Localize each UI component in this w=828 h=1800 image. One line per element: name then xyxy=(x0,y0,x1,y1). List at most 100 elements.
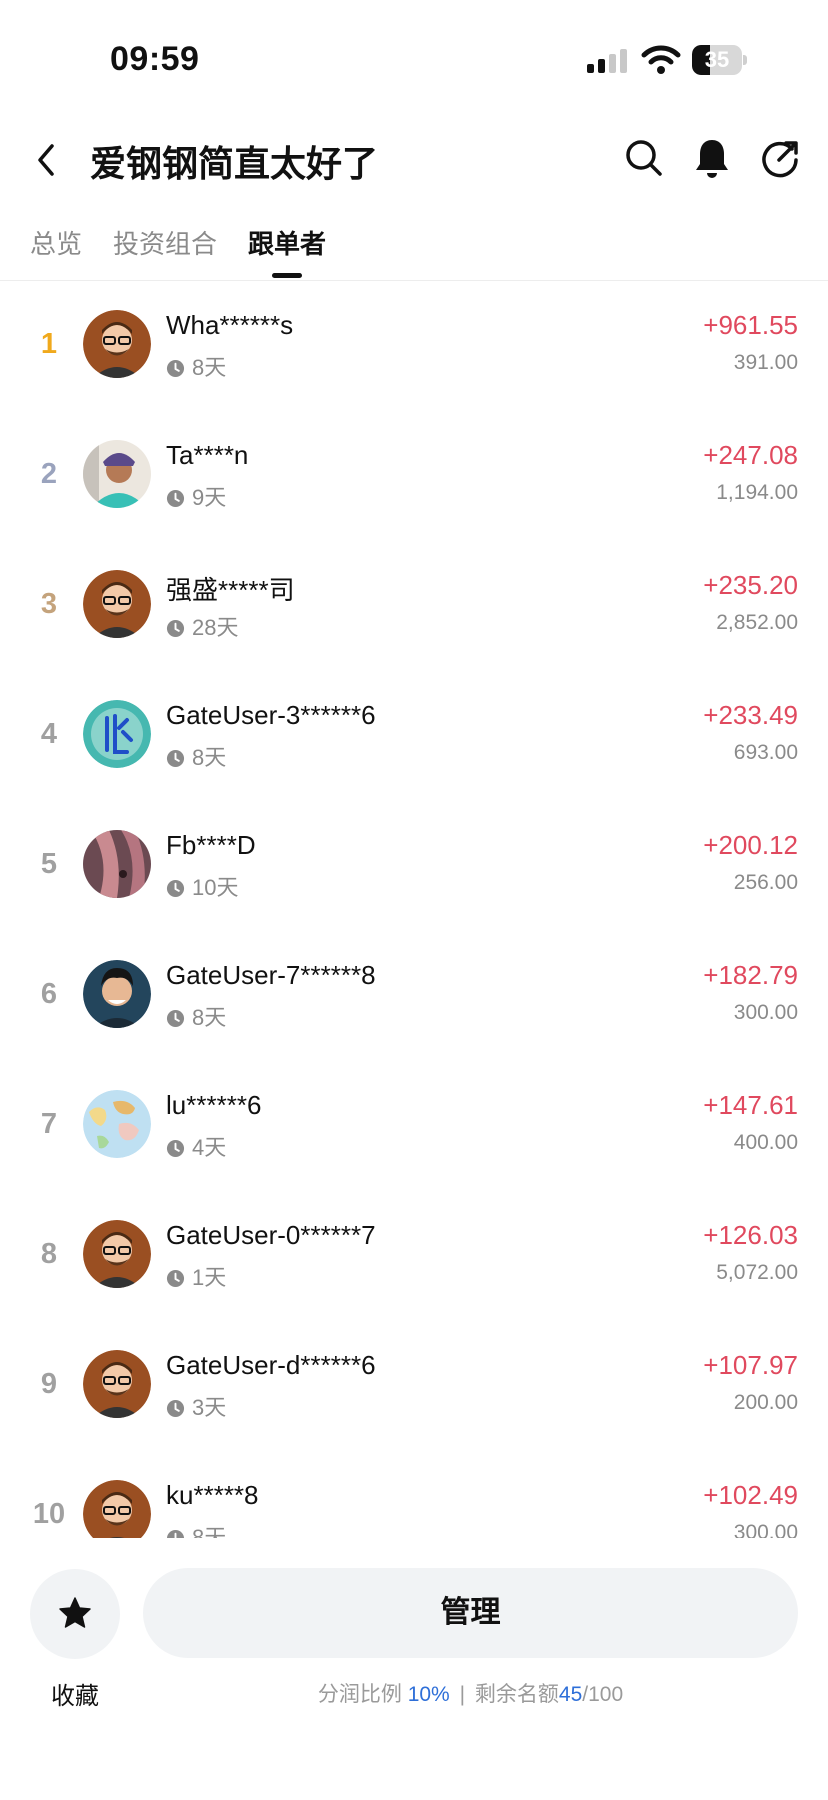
bottom-action-bar: 收藏 管理 分润比例 10% | 剩余名额45/100 xyxy=(0,1538,828,1800)
tab-followers[interactable]: 跟单者 xyxy=(248,224,326,261)
follower-amount: 400.00 xyxy=(733,1131,798,1154)
follow-duration: 10天 xyxy=(166,870,238,902)
follower-profit: +126.03 xyxy=(703,1220,798,1250)
rank-number: 5 xyxy=(40,848,58,880)
follower-profit: +102.49 xyxy=(703,1480,798,1510)
follower-row[interactable]: 5 Fb****D 10天 +200.12 256.00 xyxy=(0,800,828,930)
avatar xyxy=(83,830,151,898)
profit-share-value: 10% xyxy=(407,1683,450,1706)
follower-name: 强盛*****司 xyxy=(166,575,295,605)
avatar xyxy=(83,700,151,768)
rank-number: 3 xyxy=(40,588,58,620)
follower-profit: +247.08 xyxy=(703,440,798,470)
follower-row[interactable]: 2 Ta****n 9天 +247.08 1,194.00 xyxy=(0,410,828,540)
avatar xyxy=(83,1090,151,1158)
rank-number: 1 xyxy=(40,328,58,360)
rank-number: 2 xyxy=(40,458,58,490)
clock-icon xyxy=(166,1269,185,1288)
follower-row[interactable]: 8 GateUser-0******7 1天 +126.03 5,072.00 xyxy=(0,1190,828,1320)
header: 爱钢钢简直太好了 xyxy=(0,110,828,210)
clock-icon xyxy=(166,879,185,898)
clock-icon xyxy=(166,1399,185,1418)
follow-days: 9天 xyxy=(192,485,227,510)
follower-name: Ta****n xyxy=(166,440,249,470)
favorite-label: 收藏 xyxy=(51,1683,99,1710)
follower-amount: 256.00 xyxy=(733,871,798,894)
manage-button[interactable]: 管理 xyxy=(143,1568,798,1658)
tab-bar: 总览 投资组合 跟单者 xyxy=(0,218,828,281)
avatar xyxy=(83,310,151,378)
follow-days: 8天 xyxy=(192,355,227,380)
status-time: 09:59 xyxy=(110,40,200,78)
follower-profit: +961.55 xyxy=(703,310,798,340)
follower-amount: 5,072.00 xyxy=(716,1261,798,1284)
bell-icon[interactable] xyxy=(693,136,731,180)
page-title: 爱钢钢简直太好了 xyxy=(90,143,379,184)
follower-amount: 391.00 xyxy=(733,351,798,374)
follower-row[interactable]: 1 Wha******s 8天 +961.55 391.00 xyxy=(0,280,828,410)
follower-amount: 300.00 xyxy=(733,1521,798,1538)
search-icon[interactable] xyxy=(624,138,664,178)
tab-portfolio[interactable]: 投资组合 xyxy=(113,224,217,261)
follow-days: 8天 xyxy=(192,1525,227,1538)
tab-overview[interactable]: 总览 xyxy=(30,224,82,261)
follower-row[interactable]: 3 强盛*****司 28天 +235.20 2,852.00 xyxy=(0,540,828,670)
share-icon[interactable] xyxy=(759,136,801,180)
avatar xyxy=(83,570,151,638)
follower-profit: +147.61 xyxy=(703,1090,798,1120)
follower-row[interactable]: 4 GateUser-3******6 8天 +233.49 693.00 xyxy=(0,670,828,800)
status-bar: 09:59 35 xyxy=(0,0,828,110)
follow-duration: 8天 xyxy=(166,740,226,772)
avatar xyxy=(83,1220,151,1288)
follow-days: 8天 xyxy=(192,745,227,770)
rank-number: 10 xyxy=(32,1498,66,1530)
follower-name: GateUser-d******6 xyxy=(166,1350,376,1380)
star-icon xyxy=(59,1597,91,1628)
follower-amount: 200.00 xyxy=(733,1391,798,1414)
follow-duration: 8天 xyxy=(166,1000,226,1032)
rank-number: 6 xyxy=(40,978,58,1010)
favorite-button[interactable] xyxy=(30,1569,120,1659)
back-icon[interactable] xyxy=(30,136,64,184)
avatar xyxy=(83,1480,151,1538)
follower-name: Wha******s xyxy=(166,310,294,340)
follow-duration: 1天 xyxy=(166,1260,226,1292)
follower-profit: +107.97 xyxy=(703,1350,798,1380)
follower-profit: +182.79 xyxy=(703,960,798,990)
follower-profit: +235.20 xyxy=(703,570,798,600)
follower-name: GateUser-3******6 xyxy=(166,700,376,730)
follower-row[interactable]: 10 ku*****8 8天 +102.49 300.00 xyxy=(0,1450,828,1538)
follower-amount: 1,194.00 xyxy=(716,481,798,504)
battery-icon: 35 xyxy=(692,45,748,75)
clock-icon xyxy=(166,359,185,378)
follow-duration: 3天 xyxy=(166,1390,226,1422)
remaining-slots-value: 45 xyxy=(558,1683,583,1706)
rank-number: 9 xyxy=(40,1368,58,1400)
battery-level: 35 xyxy=(704,47,730,72)
follow-days: 10天 xyxy=(192,875,239,900)
follower-list[interactable]: 1 Wha******s 8天 +961.55 391.00 2 Ta****n… xyxy=(0,280,828,1538)
avatar xyxy=(83,1350,151,1418)
follow-quota-info: 分润比例 10% | 剩余名额45/100 xyxy=(143,1678,798,1708)
follower-profit: +200.12 xyxy=(703,830,798,860)
follow-days: 3天 xyxy=(192,1395,227,1420)
follower-name: GateUser-0******7 xyxy=(166,1220,376,1250)
follower-row[interactable]: 6 GateUser-7******8 8天 +182.79 300.00 xyxy=(0,930,828,1060)
follower-name: ku*****8 xyxy=(166,1480,259,1510)
remaining-slots-label: 剩余名额 xyxy=(474,1683,559,1706)
active-tab-indicator xyxy=(272,273,302,278)
follow-days: 4天 xyxy=(192,1135,227,1160)
clock-icon xyxy=(166,1139,185,1158)
wifi-icon xyxy=(641,45,681,74)
clock-icon xyxy=(166,1009,185,1028)
rank-number: 7 xyxy=(40,1108,58,1140)
follower-row[interactable]: 7 lu******6 4天 +147.61 400.00 xyxy=(0,1060,828,1190)
follow-duration: 8天 xyxy=(166,1520,226,1538)
follower-amount: 2,852.00 xyxy=(716,611,798,634)
follower-name: GateUser-7******8 xyxy=(166,960,376,990)
follower-row[interactable]: 9 GateUser-d******6 3天 +107.97 200.00 xyxy=(0,1320,828,1450)
cellular-signal-icon xyxy=(587,49,627,73)
follower-name: Fb****D xyxy=(166,830,256,860)
follower-profit: +233.49 xyxy=(703,700,798,730)
follow-days: 1天 xyxy=(192,1265,227,1290)
